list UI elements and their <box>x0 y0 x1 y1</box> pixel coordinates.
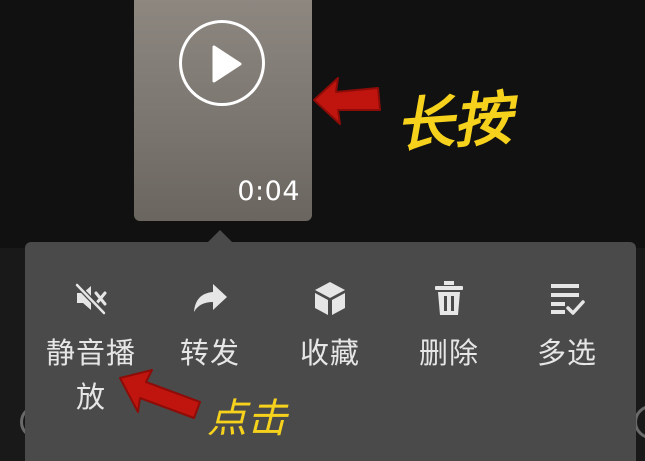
forward-icon <box>194 284 227 312</box>
video-message[interactable]: 0:04 <box>134 0 312 221</box>
tap-annotation: 点击 <box>207 396 287 442</box>
mute-icon <box>74 282 107 316</box>
long-press-annotation: 长按 <box>393 84 514 160</box>
multi-select-label: 多选 <box>536 336 597 370</box>
multi-select-button[interactable]: 多选 <box>507 278 627 375</box>
chat-screen: 0:04 静音播放 转发 收藏 删除 多选 长按 点击 <box>0 0 645 461</box>
play-icon[interactable] <box>179 20 265 106</box>
favorite-label: 收藏 <box>299 336 360 370</box>
long-press-arrow-icon <box>313 77 381 125</box>
favorite-button[interactable]: 收藏 <box>270 278 390 375</box>
tap-arrow-icon <box>119 369 201 419</box>
forward-button[interactable]: 转发 <box>150 278 270 375</box>
delete-button[interactable]: 删除 <box>389 278 509 375</box>
multi-select-icon <box>551 284 585 315</box>
favorite-cube-icon <box>315 282 345 315</box>
trash-icon <box>435 281 463 315</box>
video-duration: 0:04 <box>237 176 300 207</box>
delete-label: 删除 <box>418 336 479 370</box>
